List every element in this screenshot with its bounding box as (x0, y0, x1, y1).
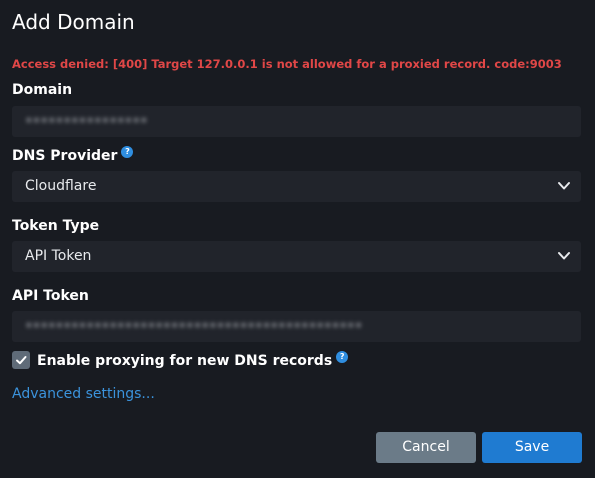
proxying-checkbox[interactable] (12, 351, 30, 369)
dns-provider-label: DNS Provider? (12, 146, 134, 164)
save-button[interactable]: Save (482, 432, 582, 463)
domain-input[interactable]: •••••••••••••••• (12, 106, 581, 137)
api-token-value: ••••••••••••••••••••••••••••••••••••••••… (25, 319, 363, 334)
token-type-select[interactable]: API Token (12, 241, 581, 272)
domain-label: Domain (12, 82, 73, 98)
chevron-down-icon (558, 252, 570, 260)
api-token-label: API Token (12, 288, 89, 304)
dns-provider-label-text: DNS Provider (12, 148, 118, 164)
api-token-input[interactable]: ••••••••••••••••••••••••••••••••••••••••… (12, 311, 581, 342)
cancel-button[interactable]: Cancel (376, 432, 476, 463)
dns-provider-select[interactable]: Cloudflare (12, 171, 581, 202)
dns-provider-selected: Cloudflare (25, 178, 97, 194)
dialog-title: Add Domain (12, 10, 135, 34)
domain-value: •••••••••••••••• (25, 114, 148, 129)
add-domain-dialog: Add Domain Access denied: [400] Target 1… (0, 0, 595, 478)
proxying-label-text: Enable proxying for new DNS records (37, 353, 333, 369)
token-type-label: Token Type (12, 218, 100, 234)
token-type-selected: API Token (25, 248, 92, 264)
advanced-settings-link[interactable]: Advanced settings... (12, 386, 155, 402)
proxying-label[interactable]: Enable proxying for new DNS records? (37, 351, 349, 369)
check-icon (16, 356, 27, 365)
question-circle-icon[interactable]: ? (121, 146, 134, 158)
question-circle-icon[interactable]: ? (336, 351, 349, 363)
chevron-down-icon (558, 182, 570, 190)
error-message: Access denied: [400] Target 127.0.0.1 is… (12, 57, 562, 71)
